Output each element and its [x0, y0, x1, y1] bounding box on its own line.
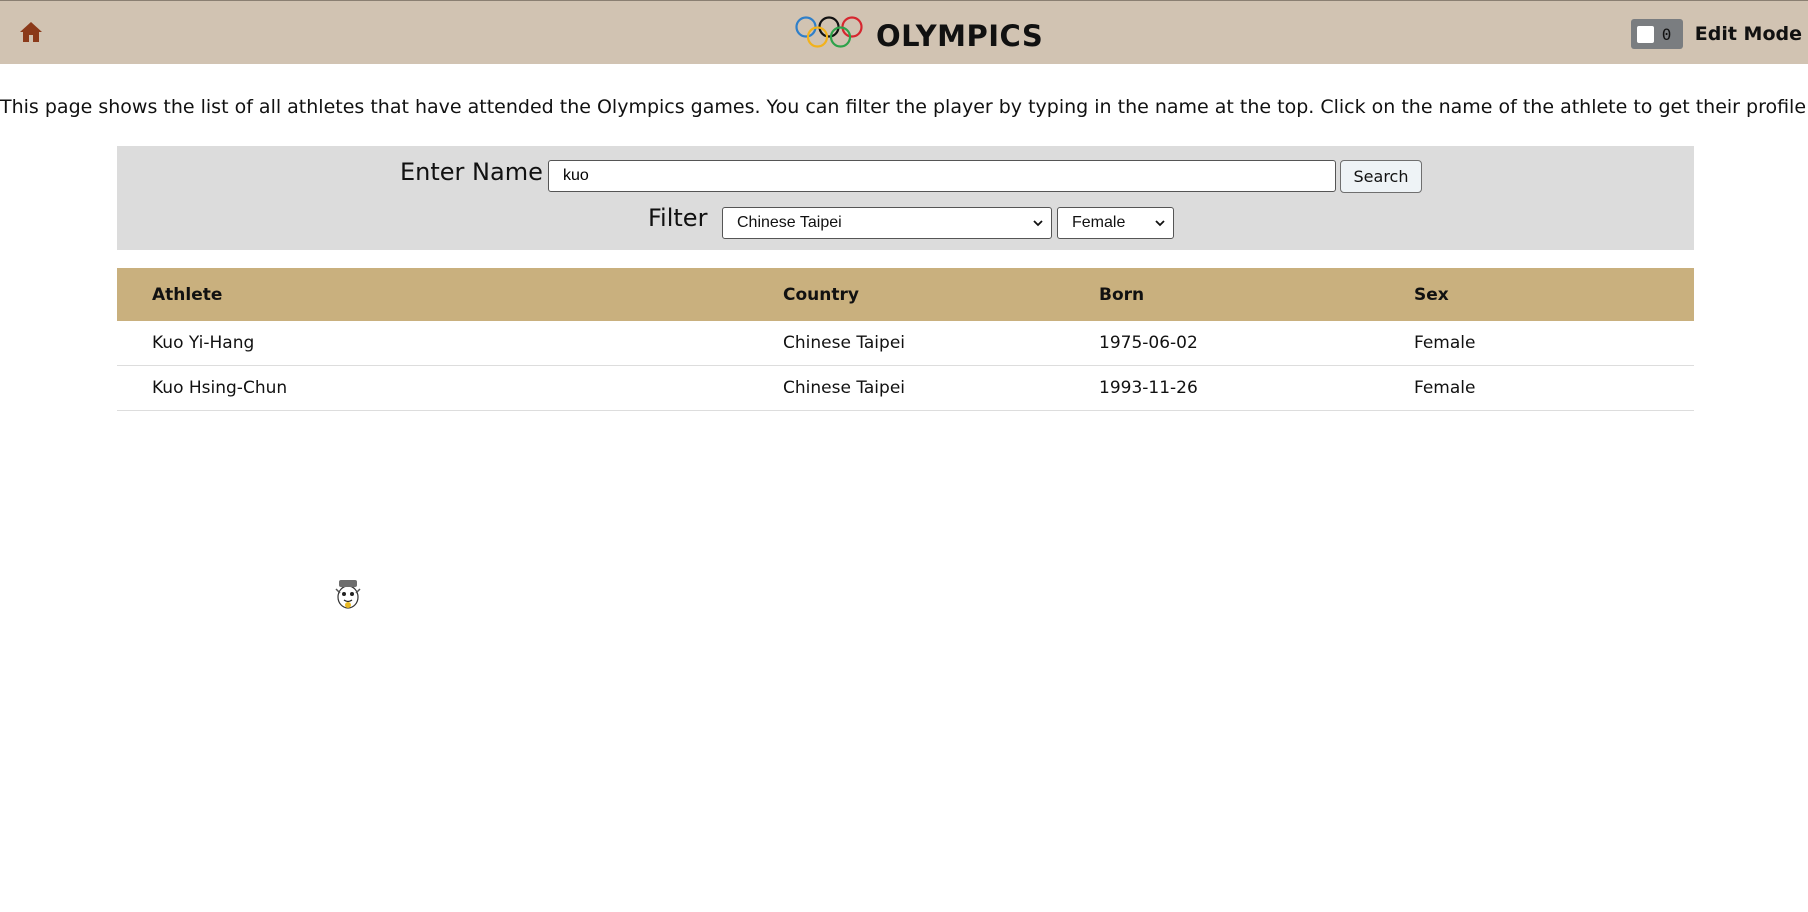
athlete-country: Chinese Taipei [783, 333, 906, 353]
athlete-name-link[interactable]: Kuo Hsing-Chun [152, 366, 287, 410]
column-header-sex[interactable]: Sex [1414, 268, 1449, 321]
athlete-sex: Female [1414, 378, 1476, 398]
home-icon [20, 22, 42, 42]
home-button[interactable] [16, 17, 46, 47]
enter-name-label: Enter Name [400, 158, 543, 186]
athlete-born: 1993-11-26 [1099, 378, 1198, 398]
name-search-input[interactable] [548, 160, 1336, 192]
sex-select[interactable]: Female [1057, 207, 1174, 239]
edit-mode-toggle[interactable]: 0 [1630, 19, 1683, 49]
site-title: OLYMPICS [876, 19, 1044, 53]
athlete-name-link[interactable]: Kuo Yi-Hang [152, 321, 254, 365]
athlete-born: 1975-06-02 [1099, 333, 1198, 353]
chevron-down-icon [1155, 220, 1165, 227]
column-header-country[interactable]: Country [783, 268, 859, 321]
olympic-rings-icon [795, 16, 863, 48]
intro-text: This page shows the list of all athletes… [0, 96, 1808, 118]
athlete-sex: Female [1414, 333, 1476, 353]
mascot-icon [335, 580, 361, 609]
table-row: Kuo Yi-Hang Chinese Taipei 1975-06-02 Fe… [117, 321, 1694, 366]
country-select-value: Chinese Taipei [737, 214, 842, 231]
toggle-checkbox[interactable] [1636, 25, 1654, 43]
sex-select-value: Female [1072, 214, 1126, 231]
athletes-table: Athlete Country Born Sex Kuo Yi-Hang Chi… [117, 268, 1694, 411]
top-navbar: OLYMPICS 0 Edit Mode [0, 0, 1808, 64]
table-row: Kuo Hsing-Chun Chinese Taipei 1993-11-26… [117, 366, 1694, 411]
filter-label: Filter [648, 204, 708, 232]
table-header: Athlete Country Born Sex [117, 268, 1694, 321]
edit-mode-control: 0 Edit Mode [1630, 19, 1802, 49]
column-header-born[interactable]: Born [1099, 268, 1144, 321]
country-select[interactable]: Chinese Taipei [722, 207, 1052, 239]
edit-mode-label: Edit Mode [1694, 23, 1802, 45]
athlete-country: Chinese Taipei [783, 378, 906, 398]
toggle-value: 0 [1661, 24, 1672, 44]
brand: OLYMPICS [794, 11, 1043, 55]
column-header-athlete[interactable]: Athlete [152, 268, 222, 321]
search-button[interactable]: Search [1340, 160, 1422, 193]
chevron-down-icon [1033, 220, 1043, 227]
